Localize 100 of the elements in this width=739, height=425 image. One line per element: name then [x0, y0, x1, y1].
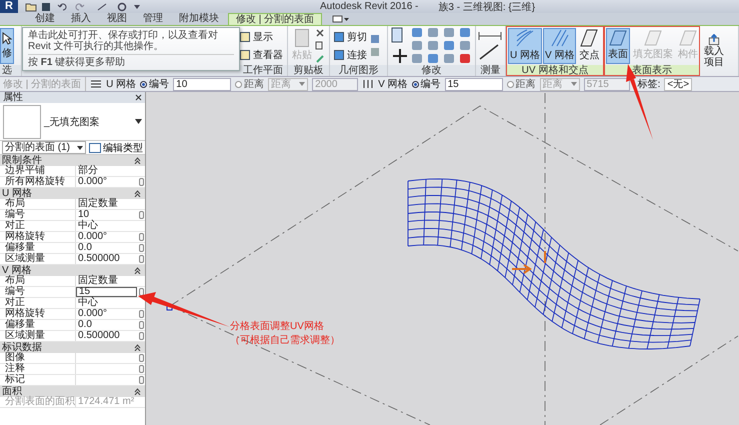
property-value[interactable]: 15	[76, 287, 137, 297]
collapse-icon[interactable]	[134, 157, 141, 164]
ribbon-tab[interactable]: 管理	[136, 13, 170, 25]
dropdown-arrow-icon[interactable]	[135, 119, 142, 124]
property-value[interactable]: 0.500000	[76, 254, 137, 264]
context-label: 修改 | 分割的表面	[3, 77, 86, 91]
edit-tool-icon[interactable]	[459, 53, 471, 64]
property-value[interactable]: 0.000°	[76, 177, 137, 187]
ribbon-tab[interactable]: 创建	[28, 13, 62, 25]
load-button[interactable]: 载入项目	[702, 33, 726, 69]
property-label: 编号	[0, 210, 76, 220]
property-label: 网格旋转	[0, 232, 76, 242]
property-label: 布局	[0, 276, 76, 286]
property-value[interactable]: 固定数量	[76, 199, 137, 209]
collapse-icon[interactable]	[134, 388, 141, 395]
number-field[interactable]: 10	[173, 78, 232, 90]
surface-grid-icon	[679, 30, 697, 46]
property-value[interactable]: 10	[76, 210, 137, 220]
edit-tool-icon[interactable]	[443, 40, 455, 51]
edit-tool-icon[interactable]	[459, 27, 471, 38]
collapse-icon[interactable]	[134, 344, 141, 351]
redo-icon[interactable]	[76, 3, 84, 10]
edit-tool-icon[interactable]	[411, 40, 423, 51]
property-value[interactable]: 0.500000	[76, 331, 137, 341]
move-control-icon[interactable]	[511, 251, 546, 274]
property-value[interactable]: 0.0	[76, 243, 137, 253]
property-value[interactable]: 0.0	[76, 320, 137, 330]
edit-tool-icon[interactable]	[411, 53, 423, 64]
tag-dropdown[interactable]: <无>	[664, 78, 692, 90]
tooltip-text: 单击此处可打开、保存或打印，以及查看对 Revit 文件可执行的其他操作。	[28, 30, 234, 55]
tool-button[interactable]: U 网格	[508, 28, 542, 64]
radio-button[interactable]: 距离	[235, 77, 264, 91]
folder-icon[interactable]	[26, 3, 36, 11]
panel-label: 表面表示	[604, 65, 700, 76]
diagonal-lines-icon	[550, 29, 569, 47]
scissors-icon[interactable]	[315, 28, 325, 38]
property-value[interactable]: 0.000°	[76, 232, 137, 242]
move-tools-icon[interactable]	[390, 26, 410, 64]
property-value[interactable]: 中心	[76, 221, 137, 231]
property-value[interactable]: 部分	[76, 166, 137, 176]
edit-tool-icon[interactable]	[459, 40, 471, 51]
radio-button[interactable]: 距离	[506, 77, 536, 91]
undo-icon[interactable]	[58, 3, 66, 10]
tool-button[interactable]: 显示	[238, 28, 285, 44]
edit-tool-icon[interactable]	[411, 27, 423, 38]
type-name[interactable]: _无填充图案	[44, 114, 132, 128]
section-header[interactable]: 标识数据	[0, 342, 145, 353]
measure-icon[interactable]	[478, 44, 500, 60]
tool-button[interactable]: 交点	[577, 28, 602, 64]
panel-label: 修改	[388, 65, 475, 76]
ribbon-tab[interactable]: 附加模块	[172, 13, 226, 25]
modify-button[interactable]: 修	[0, 28, 14, 64]
property-label: 对正	[0, 221, 76, 231]
tool-button[interactable]: 剪切	[332, 28, 369, 44]
instance-selector[interactable]: 分割的表面 (1)	[2, 141, 86, 154]
property-value[interactable]: 中心	[76, 298, 137, 308]
property-value[interactable]: 固定数量	[76, 276, 137, 286]
collapse-icon[interactable]	[134, 190, 141, 197]
section-header[interactable]: 面积	[0, 386, 145, 397]
section-header[interactable]: 限制条件	[0, 155, 145, 166]
edit-type-button[interactable]: 编辑类型	[89, 140, 143, 154]
ribbon-tab[interactable]: 插入	[64, 13, 98, 25]
ribbon-toggle-icon[interactable]	[332, 14, 350, 24]
app-logo[interactable]: R	[0, 0, 18, 13]
radio-button[interactable]: 编号	[140, 77, 170, 91]
property-label: 编号	[0, 287, 76, 297]
property-label: 布局	[0, 199, 76, 209]
collapse-icon[interactable]	[134, 267, 141, 274]
close-icon[interactable]	[135, 94, 142, 101]
edit-tool-icon[interactable]	[427, 40, 439, 51]
property-label: 标记	[0, 375, 76, 385]
panel-label: 测量	[476, 65, 505, 76]
tool-button[interactable]: 连接	[332, 46, 369, 62]
ribbon-tab[interactable]: 修改 | 分割的表面	[228, 13, 322, 25]
radio-button[interactable]: 编号	[412, 77, 441, 91]
copy-icon[interactable]	[315, 40, 325, 50]
dimension-icon[interactable]	[478, 31, 502, 41]
edit-tool-icon[interactable]	[443, 53, 455, 64]
parameter-button[interactable]	[138, 178, 144, 186]
section-header[interactable]: V 网格	[0, 265, 145, 276]
surface-grid-icon	[644, 30, 662, 46]
number-field[interactable]: 15	[444, 78, 503, 90]
dropdown-icon[interactable]	[134, 4, 140, 8]
tool-button[interactable]: 查看器	[238, 46, 285, 62]
tool-button[interactable]: 表面	[606, 28, 630, 64]
section-header[interactable]: U 网格	[0, 188, 145, 199]
edit-tool-icon[interactable]	[427, 53, 439, 64]
edit-tool-icon[interactable]	[443, 27, 455, 38]
tool-button[interactable]: V 网格	[543, 28, 576, 64]
edit-tool-icon[interactable]	[427, 27, 439, 38]
ribbon-tab[interactable]: 视图	[100, 13, 134, 25]
type-preview	[3, 104, 41, 138]
clipboard-icon	[295, 29, 309, 47]
edit-type-icon	[89, 142, 101, 152]
property-value[interactable]: 0.000°	[76, 309, 137, 319]
save-icon[interactable]	[42, 2, 50, 10]
line-icon[interactable]	[98, 3, 106, 10]
parameter-button[interactable]	[138, 211, 144, 219]
property-label: 注释	[0, 364, 76, 374]
upload-arrow-icon	[707, 34, 721, 45]
